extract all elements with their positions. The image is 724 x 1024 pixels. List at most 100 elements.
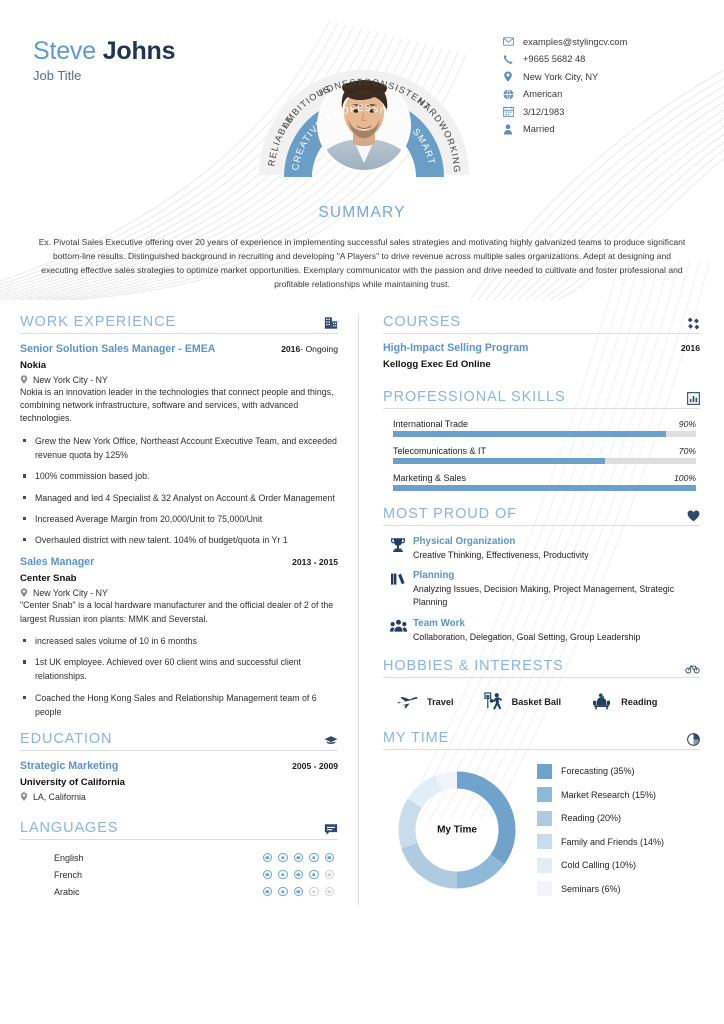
contact-marital-text: Married <box>523 124 555 135</box>
hobby-label: Basket Ball <box>511 696 562 707</box>
header: Steve Johns Job Title RELIABLE AMBITIOUS… <box>0 0 724 200</box>
contact-email-text: examples@stylingcv.com <box>523 36 628 47</box>
rating-dot <box>278 852 288 863</box>
rating-dot <box>293 869 303 880</box>
professional-skills-header: PROFESSIONAL SKILLS <box>383 389 700 409</box>
job-title: Job Title <box>33 67 82 83</box>
legend-row: Family and Friends (14%) <box>537 830 700 854</box>
trophy-icon <box>383 536 413 562</box>
legend-swatch <box>537 787 552 803</box>
work-entry-description: "Center Snab" is a local hardware manufa… <box>20 600 334 624</box>
location-pin-icon <box>500 70 516 84</box>
team-people-icon <box>383 618 413 644</box>
skill-name: Marketing & Sales <box>393 472 467 483</box>
languages-header: LANGUAGES <box>20 820 338 841</box>
education-header: EDUCATION <box>20 731 338 752</box>
location-pin-icon <box>20 588 28 598</box>
legend-swatch <box>537 810 552 826</box>
work-entry-role: Sales Manager <box>20 556 95 569</box>
proud-text-block: Team Work Collaboration, Delegation, Goa… <box>413 618 640 644</box>
rating-dot <box>324 852 334 863</box>
legend-row: Market Research (15%) <box>537 783 700 807</box>
work-entry-date-end: - Ongoing <box>300 343 338 354</box>
rating-dot <box>309 852 319 863</box>
work-entry-header: Senior Solution Sales Manager - EMEA 201… <box>20 343 338 355</box>
donut-center-label: My Time <box>437 824 477 836</box>
language-row: English <box>54 849 334 866</box>
work-entry-location: New York City - NY <box>20 588 338 598</box>
skill-percent: 100% <box>674 472 696 483</box>
location-pin-icon <box>20 375 28 385</box>
first-name: Steve <box>33 37 96 65</box>
graduation-cap-icon <box>324 735 338 747</box>
airplane-icon <box>397 693 418 711</box>
skill-bar-track <box>393 431 696 437</box>
puzzle-diamonds-icon <box>687 317 700 330</box>
language-name: English <box>54 852 84 863</box>
proud-item: Team Work Collaboration, Delegation, Goa… <box>383 618 700 644</box>
education-school: University of California <box>20 777 126 789</box>
languages-list: English French Arabic <box>20 849 338 900</box>
education-section: EDUCATION Strategic Marketing 2005 - 200… <box>20 731 338 802</box>
skill-row-header: International Trade 90% <box>393 419 696 429</box>
work-entry-bullets: increased sales volume of 10 in 6 months… <box>20 634 338 719</box>
proud-title: Physical Organization <box>413 535 516 547</box>
rating-dot <box>262 886 272 897</box>
work-entry-date: 2016- Ongoing <box>281 344 338 354</box>
education-entry-header: Strategic Marketing 2005 - 2009 <box>20 760 338 772</box>
donut-segment <box>435 771 458 792</box>
hobbies-header: HOBBIES & INTERESTS <box>383 658 700 678</box>
my-time-section: MY TIME My Time Forecasting (35%) Market … <box>383 730 700 901</box>
skill-row: International Trade 90% <box>393 419 696 437</box>
calendar-icon <box>500 105 516 119</box>
course-provider: Kellogg Exec Ed Online <box>383 358 491 370</box>
list-item: Managed and led 4 Specialist & 32 Analys… <box>20 491 338 505</box>
proud-title: Team Work <box>413 617 465 629</box>
contact-marital-status: Married <box>500 121 627 139</box>
skill-row-header: Telecomunications & IT 70% <box>393 446 696 456</box>
pie-chart-icon <box>687 732 700 746</box>
most-proud-of-title: MOST PROUD OF <box>383 505 517 522</box>
rating-dot <box>293 886 303 897</box>
skill-bar-fill <box>393 458 606 464</box>
legend-row: Seminars (6%) <box>537 877 700 901</box>
contact-email: examples@stylingcv.com <box>500 33 627 51</box>
rating-dot <box>309 886 319 897</box>
books-icon <box>383 570 413 609</box>
work-entry-location: New York City - NY <box>20 375 338 385</box>
proud-description: Collaboration, Delegation, Goal Setting,… <box>413 631 641 642</box>
list-item: 100% commission based job. <box>20 469 338 483</box>
rating-dot <box>324 886 334 897</box>
skill-row: Marketing & Sales 100% <box>393 473 696 491</box>
skill-percent: 70% <box>678 445 696 456</box>
profile-badge: RELIABLE AMBITIOUS HONEST CONSISTENT HAR… <box>258 25 470 200</box>
name-block: Steve Johns Job Title <box>33 37 176 83</box>
hobbies-list: Travel Basket Ball Reading <box>383 692 700 712</box>
proud-item: Physical Organization Creative Thinking,… <box>383 536 700 562</box>
legend-swatch <box>537 881 552 897</box>
skill-row: Telecomunications & IT 70% <box>393 446 696 464</box>
globe-icon <box>500 87 516 101</box>
work-entry-date-start: 2016 <box>281 343 301 354</box>
contact-location: New York City, NY <box>500 68 627 86</box>
legend-label: Reading (20%) <box>561 813 622 824</box>
building-icon <box>324 316 338 330</box>
left-column: WORK EXPERIENCE Senior Solution Sales Ma… <box>0 314 358 905</box>
skill-bar-fill <box>393 431 666 437</box>
work-experience-header: WORK EXPERIENCE <box>20 314 338 334</box>
contact-phone: +9665 5682 48 <box>500 51 627 69</box>
list-item: 1st UK employee. Achieved over 60 client… <box>20 655 338 684</box>
legend-label: Market Research (15%) <box>561 789 657 800</box>
skill-name: International Trade <box>393 418 469 429</box>
donut-segment <box>407 775 443 809</box>
page-title: Steve Johns <box>33 37 176 66</box>
last-name: Johns <box>102 37 176 65</box>
hobby-label: Reading <box>621 696 658 707</box>
proud-description: Analyzing Issues, Decision Making, Proje… <box>413 584 675 608</box>
course-date: 2016 <box>680 342 700 353</box>
contact-birthdate: 3/12/1983 <box>500 103 627 121</box>
legend-swatch <box>537 857 552 873</box>
donut-chart: My Time <box>383 764 531 896</box>
professional-skills-section: PROFESSIONAL SKILLS International Trade … <box>383 389 700 491</box>
legend-row: Forecasting (35%) <box>537 760 700 784</box>
